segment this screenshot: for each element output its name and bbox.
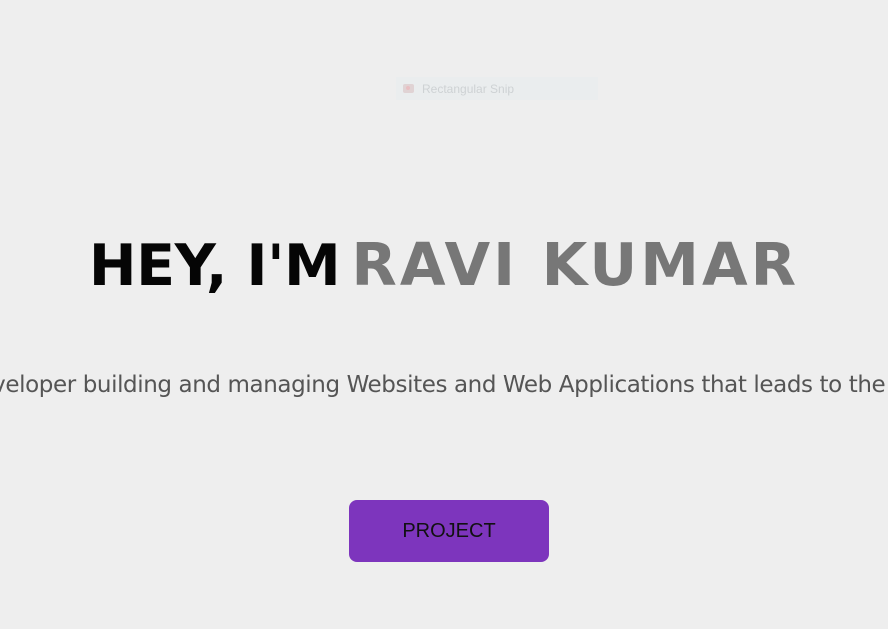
snip-label: Rectangular Snip bbox=[422, 81, 515, 96]
tagline-text: A Web Developer building and managing We… bbox=[0, 372, 888, 398]
hero-name: RAVI KUMAR bbox=[351, 230, 800, 299]
rectangular-snip-overlay: Rectangular Snip bbox=[396, 77, 598, 100]
hero-greeting: HEY, I'M bbox=[88, 233, 341, 299]
hero-tagline: A Web Developer building and managing We… bbox=[0, 369, 888, 401]
snip-icon bbox=[403, 84, 414, 93]
hero-title: HEY, I'M RAVI KUMAR bbox=[0, 228, 888, 311]
project-button[interactable]: PROJECT bbox=[349, 500, 549, 562]
